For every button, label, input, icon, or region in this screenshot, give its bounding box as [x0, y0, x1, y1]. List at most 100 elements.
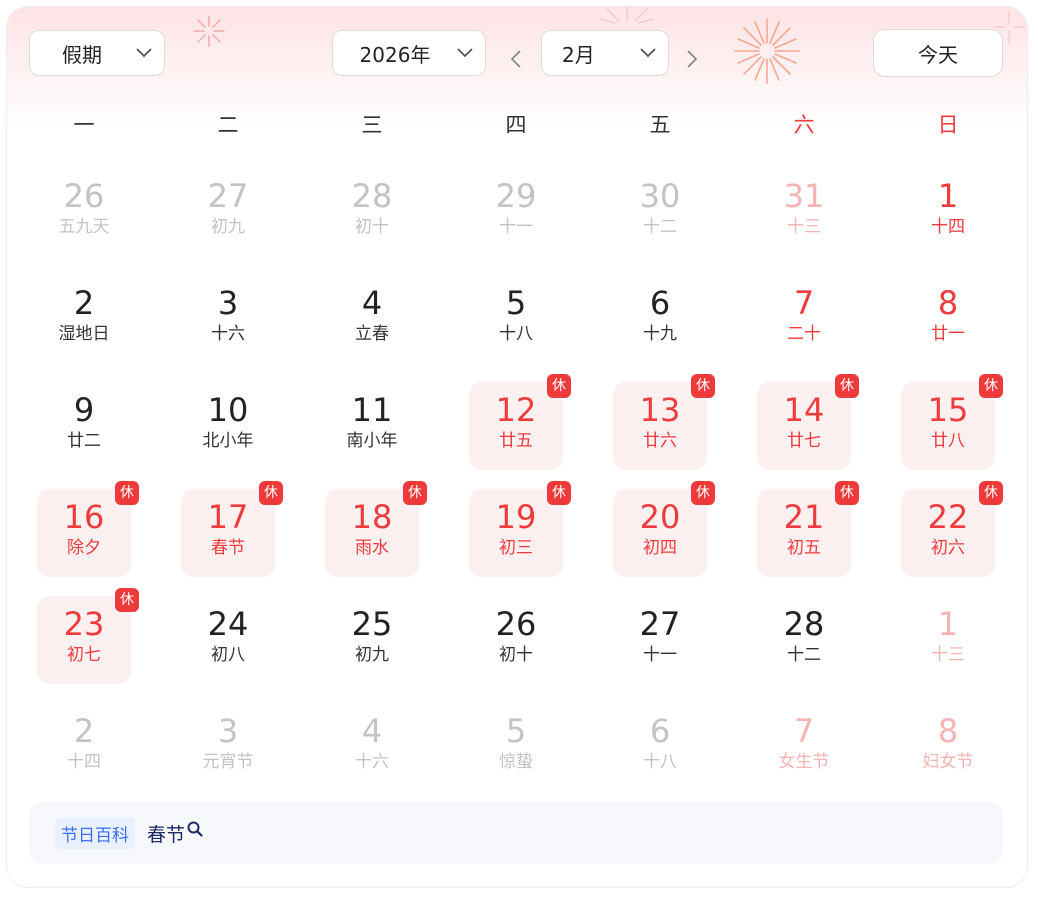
- day-number: 27: [639, 605, 681, 643]
- day-number: 2: [73, 284, 95, 322]
- day-cell[interactable]: 21 初五休: [757, 481, 859, 577]
- lunar-date: 廿二: [67, 431, 101, 451]
- lunar-date: 雨水: [355, 538, 389, 558]
- day-cell[interactable]: 9 廿二: [37, 382, 131, 470]
- today-button[interactable]: 今天: [873, 29, 1003, 77]
- day-cell[interactable]: 7 二十: [757, 275, 851, 363]
- day-cell[interactable]: 3 十六: [181, 275, 275, 363]
- lunar-date: 立春: [355, 324, 389, 344]
- weekday-label: 四: [505, 113, 527, 137]
- day-cell[interactable]: 29 十一: [469, 168, 563, 256]
- day-cell[interactable]: 8 妇女节: [901, 703, 995, 791]
- weekday-label-saturday: 六: [793, 113, 815, 137]
- day-cell[interactable]: 19 初三休: [469, 481, 571, 577]
- prev-month-button[interactable]: [501, 39, 531, 79]
- day-number: 25: [351, 605, 393, 643]
- lunar-date: 湿地日: [58, 324, 110, 344]
- lunar-date: 初八: [211, 645, 245, 665]
- day-cell[interactable]: 6 十八: [613, 703, 707, 791]
- day-number: 28: [351, 177, 393, 215]
- lunar-date: 十三: [787, 217, 821, 237]
- year-select-label: 2026年: [359, 42, 431, 67]
- lunar-date: 初七: [67, 645, 101, 665]
- lunar-date: 初九: [355, 645, 389, 665]
- rest-day-badge: 休: [691, 374, 715, 398]
- day-cell[interactable]: 18 雨水休: [325, 481, 427, 577]
- lunar-date: 十三: [931, 645, 965, 665]
- lunar-date: 十四: [931, 217, 965, 237]
- firework-decoration-icon: [193, 15, 225, 47]
- day-cell[interactable]: 24 初八: [181, 596, 275, 684]
- day-cell[interactable]: 28 初十: [325, 168, 419, 256]
- lunar-date: 廿六: [643, 431, 677, 451]
- day-cell[interactable]: 26 初十: [469, 596, 563, 684]
- day-cell[interactable]: 30 十二: [613, 168, 707, 256]
- rest-day-badge: 休: [115, 588, 139, 612]
- chevron-left-icon: [511, 50, 521, 68]
- day-cell[interactable]: 23 初七休: [37, 588, 139, 684]
- day-cell[interactable]: 7 女生节: [757, 703, 851, 791]
- lunar-date: 元宵节: [202, 752, 254, 772]
- day-cell[interactable]: 15 廿八休: [901, 374, 1003, 470]
- day-cell[interactable]: 25 初九: [325, 596, 419, 684]
- day-cell[interactable]: 16 除夕休: [37, 481, 139, 577]
- day-number: 9: [73, 391, 95, 429]
- next-month-button[interactable]: [677, 39, 707, 79]
- day-number: 8: [937, 712, 959, 750]
- day-cell[interactable]: 5 惊蛰: [469, 703, 563, 791]
- day-cell[interactable]: 20 初四休: [613, 481, 715, 577]
- day-cell[interactable]: 4 十六: [325, 703, 419, 791]
- lunar-date: 妇女节: [922, 752, 974, 772]
- lunar-date: 廿七: [787, 431, 821, 451]
- festival-search-link[interactable]: 春节: [147, 820, 203, 847]
- festival-term: 春节: [147, 823, 186, 846]
- month-select[interactable]: 2月: [541, 30, 669, 76]
- day-cell[interactable]: 17 春节休: [181, 481, 283, 577]
- day-cell[interactable]: 10 北小年: [181, 382, 275, 470]
- day-cell[interactable]: 5 十八: [469, 275, 563, 363]
- lunar-date: 十一: [643, 645, 677, 665]
- weekday-label-sunday: 日: [937, 113, 959, 137]
- day-number: 6: [649, 712, 671, 750]
- day-cell[interactable]: 28 十二: [757, 596, 851, 684]
- day-number: 26: [63, 177, 105, 215]
- lunar-date: 十八: [499, 324, 533, 344]
- year-select[interactable]: 2026年: [332, 30, 486, 76]
- day-cell[interactable]: 3 元宵节: [181, 703, 275, 791]
- day-cell[interactable]: 27 十一: [613, 596, 707, 684]
- lunar-date: 十二: [787, 645, 821, 665]
- day-cell[interactable]: 6 十九: [613, 275, 707, 363]
- rest-day-badge: 休: [979, 374, 1003, 398]
- weekday-label: 三: [361, 113, 383, 137]
- day-number: 27: [207, 177, 249, 215]
- day-cell[interactable]: 4 立春: [325, 275, 419, 363]
- day-cell[interactable]: 8 廿一: [901, 275, 995, 363]
- festival-encyclopedia-bar: 节日百科 春节: [29, 802, 1003, 864]
- day-number: 4: [361, 284, 383, 322]
- day-number: 26: [495, 605, 537, 643]
- day-cell[interactable]: 26 五九天: [37, 168, 131, 256]
- day-number: 11: [351, 391, 393, 429]
- rest-day-badge: 休: [259, 481, 283, 505]
- holiday-select[interactable]: 假期: [29, 30, 165, 76]
- rest-day-badge: 休: [403, 481, 427, 505]
- day-cell[interactable]: 22 初六休: [901, 481, 1003, 577]
- day-cell[interactable]: 12 廿五休: [469, 374, 571, 470]
- day-number: 3: [217, 284, 239, 322]
- lunar-date: 廿五: [499, 431, 533, 451]
- day-cell[interactable]: 13 廿六休: [613, 374, 715, 470]
- day-number: 7: [793, 284, 815, 322]
- lunar-date: 初三: [499, 538, 533, 558]
- day-cell[interactable]: 11 南小年: [325, 382, 419, 470]
- lunar-date: 十六: [355, 752, 389, 772]
- day-cell[interactable]: 2 十四: [37, 703, 131, 791]
- day-cell[interactable]: 27 初九: [181, 168, 275, 256]
- day-number: 5: [505, 284, 527, 322]
- chevron-right-icon: [687, 50, 697, 68]
- day-cell[interactable]: 1 十三: [901, 596, 995, 684]
- day-cell[interactable]: 14 廿七休: [757, 374, 859, 470]
- day-cell[interactable]: 31 十三: [757, 168, 851, 256]
- chevron-down-icon: [628, 48, 668, 58]
- day-cell[interactable]: 2 湿地日: [37, 275, 131, 363]
- day-cell[interactable]: 1 十四: [901, 168, 995, 256]
